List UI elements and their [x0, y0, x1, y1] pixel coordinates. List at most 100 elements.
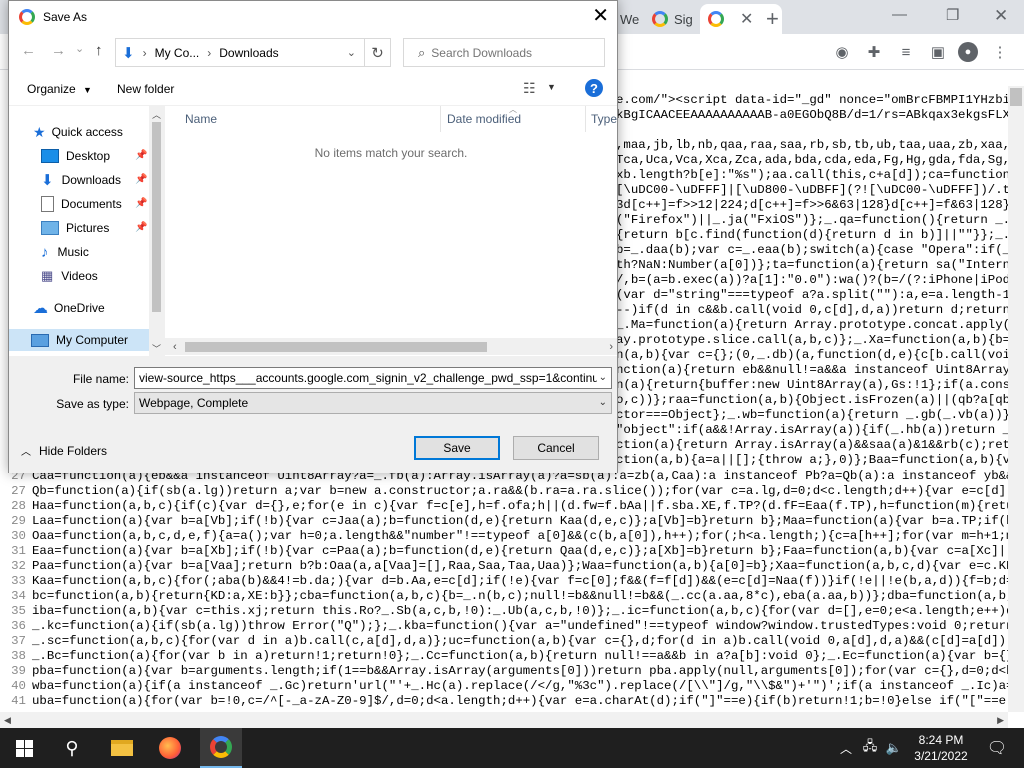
cancel-button[interactable]: Cancel	[513, 436, 599, 460]
start-button[interactable]	[4, 728, 44, 768]
navigation-scrollbar[interactable]: ︿ ﹀	[149, 106, 164, 356]
column-divider[interactable]	[585, 106, 586, 132]
navigation-scroll-thumb[interactable]	[152, 122, 161, 312]
view-options-icon[interactable]: ☷	[523, 80, 536, 97]
dialog-title: Save As	[43, 9, 88, 24]
nav-quick-access[interactable]: ★ Quick access	[33, 121, 123, 143]
nav-item-pictures[interactable]: Pictures	[41, 217, 109, 239]
code-line: --)if(d in c&&b.call(void 0,c[d],d,a))re…	[616, 303, 1008, 317]
code-line: 33 Kaa=function(a,b,c){for(;aba(b)&&4!=b.…	[0, 574, 1008, 589]
scroll-left-icon[interactable]: ◀	[4, 715, 11, 726]
back-icon[interactable]: ←	[21, 42, 36, 59]
code-line: b=_.daa(b);var c=_.eaa(b);switch(a){case…	[616, 243, 1008, 257]
file-name-dropdown-icon[interactable]: ⌄	[596, 372, 607, 383]
vertical-scrollbar[interactable]	[1008, 86, 1024, 712]
cloud-icon: ☁	[33, 300, 48, 317]
scroll-right-icon[interactable]: ▶	[997, 715, 1004, 726]
save-button[interactable]: Save	[414, 436, 500, 460]
menu-icon[interactable]: ⋮	[990, 42, 1010, 62]
code-line: 27 Qb=function(a){if(sb(a.lg))return a;va…	[0, 484, 1008, 499]
line-text: Oaa=function(a,b,c,d,e,f){a=a();var h=0;…	[32, 529, 1008, 543]
search-icon[interactable]: ⚲	[52, 728, 92, 768]
code-line: 36 _.kc=function(a){if(sb(a.lg))throw Err…	[0, 619, 1008, 634]
file-explorer-icon[interactable]	[102, 728, 142, 768]
breadcrumb-my-computer[interactable]: My Co...	[155, 46, 200, 60]
notifications-icon[interactable]: 🗨	[982, 728, 1012, 768]
nav-item-videos[interactable]: ▦ Videos	[41, 265, 98, 287]
chrome-taskbar-icon[interactable]	[200, 728, 242, 768]
code-line: 31 Eaa=function(a){var b=a[Xb];if(!b){var…	[0, 544, 1008, 559]
nav-label-onedrive: OneDrive	[54, 301, 105, 315]
nav-item-downloads[interactable]: ⬇ Downloads	[41, 169, 121, 191]
restore-icon[interactable]: ❐	[946, 6, 959, 24]
line-text: uba=function(a){for(var b=!0,c=/^[-_a-zA…	[32, 694, 1008, 708]
chrome-icon	[19, 8, 35, 25]
save-as-type-select[interactable]: Webpage, Complete ⌄	[134, 392, 612, 414]
minimize-icon[interactable]: —	[892, 6, 907, 23]
record-icon[interactable]: ◉	[832, 42, 852, 62]
code-line: 3d[c++]=f>>12|224;d[c++]=f>>6&63|128}d[c…	[616, 198, 1008, 212]
new-folder-button[interactable]: New folder	[117, 82, 174, 96]
network-icon[interactable]: 🖧	[860, 728, 880, 768]
scroll-right-icon[interactable]: ›	[609, 341, 613, 353]
nav-item-my-computer[interactable]: My Computer	[9, 329, 149, 351]
help-icon[interactable]: ?	[585, 79, 603, 97]
search-box[interactable]: ⌕	[403, 38, 605, 67]
up-folder-icon[interactable]: ↑	[95, 42, 103, 59]
refresh-button[interactable]: ↻	[365, 38, 391, 67]
extensions-icon[interactable]: ✚	[864, 42, 884, 62]
nav-item-music[interactable]: ♪ Music	[41, 241, 89, 263]
firefox-icon[interactable]	[150, 728, 190, 768]
forward-icon[interactable]: →	[51, 42, 66, 59]
nav-label-music: Music	[57, 245, 89, 259]
organize-button[interactable]: Organize ▼	[27, 82, 92, 96]
line-text: _.Bc=function(a){for(var b in a)return!1…	[32, 649, 1008, 663]
nav-item-documents[interactable]: Documents	[41, 193, 122, 215]
nav-label-downloads: Downloads	[61, 173, 121, 187]
file-name-field[interactable]: view-source_https___accounts.google.com_…	[134, 367, 612, 389]
new-tab-button[interactable]: +	[766, 6, 779, 32]
column-name-header[interactable]: Name	[185, 106, 217, 132]
chrome-tab-2[interactable]: Sig	[644, 4, 700, 34]
line-text: _.kc=function(a){if(sb(a.lg))throw Error…	[32, 619, 1008, 633]
clock[interactable]: 8:24 PM 3/21/2022	[906, 732, 976, 764]
code-line: ction(a){return Array.isArray(a)&&saa(a)…	[616, 438, 1008, 452]
address-dropdown-icon[interactable]: ⌄	[347, 46, 356, 59]
line-text: bc=function(a,b){return{KD:a,XE:b}};cba=…	[32, 589, 1008, 603]
horizontal-scrollbar[interactable]: ◀ ▶	[0, 712, 1008, 728]
pin-icon: 📌	[135, 174, 148, 185]
profile-icon[interactable]: ●	[958, 42, 978, 62]
scroll-down-icon[interactable]: ﹀	[152, 342, 161, 355]
view-dropdown-icon[interactable]: ▼	[547, 82, 556, 92]
pin-icon: 📌	[135, 150, 148, 161]
dialog-titlebar[interactable]: Save As ✕	[9, 1, 617, 32]
scroll-up-icon[interactable]: ︿	[152, 108, 161, 121]
line-number: 38	[11, 649, 26, 663]
code-line: n(a){return{buffer:new Uint8Array(a),Gs:…	[616, 378, 1008, 392]
code-line: "object":if(a&&!Array.isArray(a)){if(_.h…	[616, 423, 1008, 437]
close-tab-icon[interactable]: ✕	[740, 9, 753, 29]
media-icon[interactable]: ≡	[896, 42, 916, 62]
scroll-left-icon[interactable]: ‹	[173, 341, 177, 353]
vertical-scroll-thumb[interactable]	[1010, 88, 1022, 106]
column-divider[interactable]	[440, 106, 441, 132]
music-icon: ♪	[41, 243, 49, 261]
nav-item-onedrive[interactable]: ☁ OneDrive	[33, 297, 105, 319]
file-list: Name Date modified ︿ Type No items match…	[165, 105, 617, 356]
breadcrumb-downloads[interactable]: Downloads	[219, 46, 278, 60]
dialog-close-icon[interactable]: ✕	[592, 5, 609, 27]
save-as-type-label: Save as type:	[56, 397, 129, 411]
side-panel-icon[interactable]: ▣	[928, 42, 948, 62]
chevron-up-icon[interactable]: ︿	[836, 728, 856, 768]
volume-icon[interactable]: 🔈	[884, 728, 904, 768]
recent-locations-icon[interactable]: ⌄	[75, 42, 84, 55]
address-bar[interactable]: ⬇ › My Co... › Downloads ⌄	[115, 38, 365, 67]
close-window-icon[interactable]: ✕	[994, 6, 1008, 26]
nav-item-desktop[interactable]: Desktop	[41, 145, 110, 167]
file-list-scroll-thumb[interactable]	[185, 342, 487, 352]
file-name-value: view-source_https___accounts.google.com_…	[139, 371, 606, 385]
downloads-folder-icon: ⬇	[122, 44, 135, 62]
hide-folders-button[interactable]: ︿ Hide Folders	[21, 443, 107, 459]
search-input[interactable]	[431, 45, 592, 60]
column-type-header[interactable]: Type	[591, 106, 617, 132]
